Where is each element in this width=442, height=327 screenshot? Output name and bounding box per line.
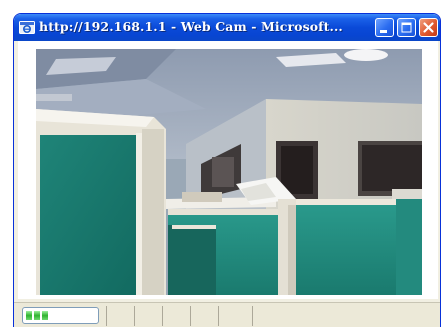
close-icon [423,22,434,33]
progress-block [34,311,40,320]
loading-progress-bar [22,307,99,324]
maximize-button[interactable] [397,18,416,37]
window-title: http://192.168.1.1 - Web Cam - Microsoft… [39,19,343,34]
status-cell [162,306,190,326]
status-zone-cell [252,306,440,326]
minimize-button[interactable] [375,18,394,37]
close-button[interactable] [419,18,438,37]
maximize-icon [401,22,412,33]
title-bar[interactable]: http://192.168.1.1 - Web Cam - Microsoft… [14,14,440,41]
status-cell [218,306,252,326]
status-cell [190,306,218,326]
status-cell [134,306,162,326]
status-cell [106,306,134,326]
progress-block [42,311,48,320]
ie-browser-icon [19,21,35,34]
status-bar [14,302,440,327]
webcam-feed [36,49,422,295]
browser-window: http://192.168.1.1 - Web Cam - Microsoft… [14,14,440,327]
progress-block [26,311,32,320]
minimize-icon [380,30,387,33]
